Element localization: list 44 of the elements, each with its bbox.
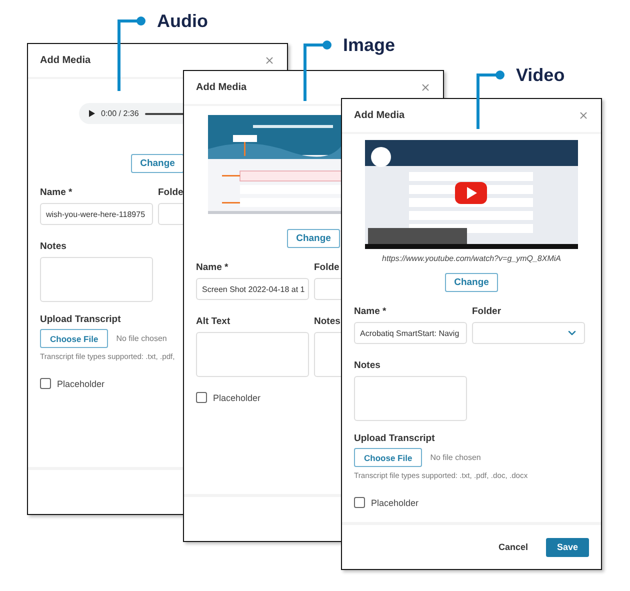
close-icon[interactable] bbox=[578, 110, 589, 121]
checkbox-label: Placeholder bbox=[371, 498, 419, 508]
field-label: Folde bbox=[158, 187, 184, 198]
save-button[interactable]: Save bbox=[546, 538, 589, 556]
input-field[interactable]: wish-you-were-here-118975 bbox=[40, 203, 153, 225]
cancel-button[interactable]: Cancel bbox=[494, 538, 532, 556]
field-label: Name * bbox=[196, 262, 228, 273]
file-status: No file chosen bbox=[430, 453, 481, 462]
change-button[interactable]: Change bbox=[287, 229, 340, 248]
field-label: Notes bbox=[354, 360, 380, 371]
input-field[interactable]: Screen Shot 2022-04-18 at 1 bbox=[196, 278, 309, 300]
field-label: Folder bbox=[472, 306, 502, 317]
field-label: Alt Text bbox=[196, 316, 230, 327]
checkbox-label: Placeholder bbox=[57, 378, 105, 388]
placeholder-checkbox[interactable] bbox=[196, 392, 207, 403]
field-label: Upload Transcript bbox=[40, 314, 121, 325]
callout-label: Video bbox=[516, 66, 565, 84]
video-url: https://www.youtube.com/watch?v=g_ymQ_8XMiA bbox=[382, 254, 561, 263]
input-field[interactable]: Acrobatiq SmartStart: Navig bbox=[354, 322, 467, 344]
close-icon[interactable] bbox=[264, 55, 275, 66]
callout-label: Audio bbox=[157, 12, 208, 30]
dialog-title: Add Media bbox=[196, 82, 247, 93]
placeholder-checkbox[interactable] bbox=[40, 378, 51, 389]
field-label: Notes bbox=[40, 241, 66, 252]
close-icon[interactable] bbox=[420, 82, 431, 93]
field-label: Notes bbox=[314, 316, 340, 327]
choose-file-button[interactable]: Choose File bbox=[354, 448, 422, 467]
checkbox-label: Placeholder bbox=[213, 392, 261, 402]
time-display: 0:00 / 2:36 bbox=[101, 109, 139, 118]
field-label: Folde bbox=[314, 262, 340, 273]
placeholder-checkbox[interactable] bbox=[354, 497, 365, 508]
dialog-title: Add Media bbox=[354, 110, 405, 121]
choose-file-button[interactable]: Choose File bbox=[40, 329, 108, 348]
field-label: Name * bbox=[40, 187, 72, 198]
callout-line bbox=[304, 40, 332, 101]
play-icon bbox=[89, 110, 95, 117]
callout-label: Image bbox=[343, 36, 396, 54]
field-label: Name * bbox=[354, 306, 386, 317]
change-button[interactable]: Change bbox=[131, 154, 184, 173]
change-button[interactable]: Change bbox=[445, 273, 498, 292]
dialog-title: Add Media bbox=[40, 55, 91, 66]
file-status: No file chosen bbox=[116, 334, 167, 343]
callout-line bbox=[476, 70, 504, 129]
field-label: Upload Transcript bbox=[354, 433, 435, 444]
